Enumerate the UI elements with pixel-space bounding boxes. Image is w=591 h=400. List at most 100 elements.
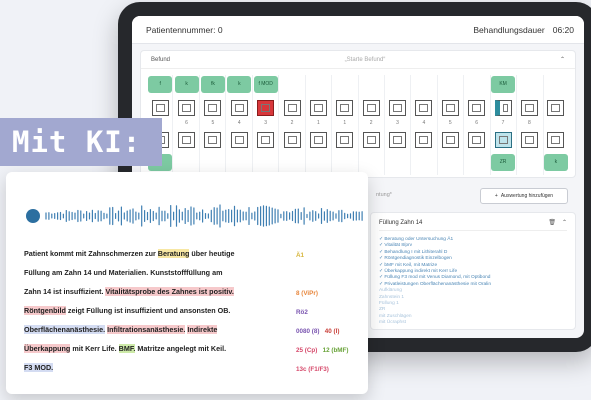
billing-code[interactable]: 13c (F1/F3)	[296, 366, 329, 373]
finding-badge[interactable]: k	[174, 75, 199, 93]
highlighted-term[interactable]: BMF.	[118, 344, 136, 353]
tooth-icon[interactable]	[204, 132, 222, 148]
tooth-icon[interactable]	[257, 132, 275, 148]
tooth-icon[interactable]	[283, 100, 301, 116]
tooth-icon[interactable]	[362, 132, 380, 148]
badge-cell	[516, 153, 542, 171]
tooth-cell	[226, 99, 252, 117]
tooth-number: 4	[422, 120, 426, 126]
tooth-icon[interactable]	[230, 100, 248, 116]
tooth-icon[interactable]	[336, 100, 354, 116]
highlighted-term[interactable]: F3 MOD.	[24, 363, 54, 372]
badge-cell	[464, 75, 490, 93]
badge-cell: ZR	[490, 153, 516, 171]
finding-badge[interactable]: fk	[200, 75, 225, 93]
tooth-cell	[253, 99, 279, 117]
badge-cell	[358, 75, 384, 93]
code-row: Rö2	[296, 309, 308, 316]
tooth-icon[interactable]	[178, 100, 196, 116]
finding-badge[interactable]: KM	[491, 75, 516, 93]
tooth-icon[interactable]	[547, 100, 565, 116]
badge-cell	[464, 153, 490, 171]
tooth-icon[interactable]	[520, 100, 538, 116]
tooth-icon[interactable]	[520, 132, 538, 148]
badge-cell	[437, 153, 463, 171]
billing-code[interactable]: 40 (I)	[319, 328, 340, 335]
tooth-cell	[279, 131, 305, 149]
code-row: 25 (Cp) 12 (bMF)	[296, 347, 348, 354]
tooth-cell	[253, 131, 279, 149]
tooth-cell	[358, 131, 384, 149]
badge-cell: KM	[490, 75, 516, 93]
billing-code[interactable]: 12 (bMF)	[317, 347, 349, 354]
transcript-segment: über heutige	[189, 249, 235, 258]
tooth-icon[interactable]	[441, 100, 459, 116]
tooth-cell	[384, 99, 410, 117]
tooth-cell	[543, 99, 569, 117]
tooth-number-spacer	[543, 119, 569, 127]
tooth-icon[interactable]	[230, 132, 248, 148]
highlighted-term[interactable]: Beratung	[157, 249, 190, 258]
tooth-icon[interactable]	[389, 100, 407, 116]
tooth-icon[interactable]	[494, 132, 512, 148]
tooth-icon[interactable]	[362, 100, 380, 116]
tooth-icon[interactable]	[151, 100, 169, 116]
transcription-card: Patient kommt mit Zahnschmerzen zur Bera…	[6, 172, 368, 394]
chevron-up-icon[interactable]: ⌃	[562, 219, 567, 226]
badge-cell	[437, 75, 463, 93]
tooth-icon[interactable]	[257, 100, 275, 116]
finding-badge[interactable]: k	[543, 153, 568, 171]
highlighted-term[interactable]: Überkappung	[24, 344, 71, 353]
microphone-icon[interactable]	[26, 209, 40, 223]
patient-number: Patientennummer: 0	[146, 24, 223, 35]
billing-code[interactable]: Rö2	[296, 309, 308, 316]
add-evaluation-button[interactable]: + Auswertung hinzufügen	[480, 188, 568, 204]
billing-code[interactable]: 25 (Cp)	[296, 347, 317, 354]
tooth-icon[interactable]	[547, 132, 565, 148]
highlighted-term[interactable]: Oberflächenanästhesie.	[24, 325, 106, 334]
badge-cell	[332, 153, 358, 171]
finding-badge[interactable]: f MOD	[253, 75, 278, 93]
transcript-segment: zeigt Füllung ist insuffizient und anson…	[65, 306, 231, 315]
billing-code[interactable]: 0080 (8)	[296, 328, 319, 335]
tooth-icon[interactable]	[494, 100, 512, 116]
tooth-icon[interactable]	[415, 100, 433, 116]
highlighted-term[interactable]: Indirekte	[187, 325, 218, 334]
tooth-icon[interactable]	[441, 132, 459, 148]
treatment-items: ✓ Beratung oder Untersuchung Ä1 ✓ Vitalit…	[379, 237, 567, 327]
finding-badge[interactable]: f	[148, 75, 173, 93]
billing-code[interactable]: 8 (ViPr)	[296, 290, 318, 297]
badge-cell	[411, 75, 437, 93]
tooth-icon[interactable]	[178, 132, 196, 148]
tooth-cell	[226, 131, 252, 149]
ai-label: Mit KI:	[0, 118, 162, 166]
finding-badge[interactable]: ZR	[491, 153, 516, 171]
tooth-icon[interactable]	[309, 100, 327, 116]
tooth-icon[interactable]	[309, 132, 327, 148]
tooth-cell	[437, 131, 463, 149]
tooth-cell	[200, 131, 226, 149]
highlighted-term[interactable]: Röntgenbild	[24, 306, 66, 315]
tooth-cell	[332, 131, 358, 149]
tooth-chart: fkfkkf MODKM 765432112345678 kZRk	[147, 75, 569, 175]
badge-cell	[173, 153, 199, 171]
chevron-up-icon[interactable]: ⌃	[560, 56, 565, 63]
tooth-icon[interactable]	[283, 132, 301, 148]
tooth-icon[interactable]	[336, 132, 354, 148]
tooth-cell	[543, 131, 569, 149]
highlighted-term[interactable]: Infiltrationsanästhesie.	[107, 325, 186, 334]
billing-code[interactable]: Ä1	[296, 252, 304, 259]
befund-header[interactable]: Befund „Starte Befund“ ⌃	[141, 51, 575, 69]
tooth-icon[interactable]	[415, 132, 433, 148]
tooth-number: 8	[528, 120, 531, 126]
finding-badge[interactable]: k	[227, 75, 252, 93]
tooth-icon[interactable]	[468, 132, 486, 148]
badge-cell	[305, 75, 331, 93]
list-title: Füllung Zahn 14	[379, 219, 423, 226]
highlighted-term[interactable]: Vitalitätsprobe des Zahnes ist positiv.	[105, 287, 234, 296]
tooth-icon[interactable]	[389, 132, 407, 148]
trash-icon[interactable]: 🗑	[548, 219, 556, 226]
tooth-icon[interactable]	[204, 100, 222, 116]
tooth-icon[interactable]	[468, 100, 486, 116]
plus-icon: +	[494, 193, 498, 199]
